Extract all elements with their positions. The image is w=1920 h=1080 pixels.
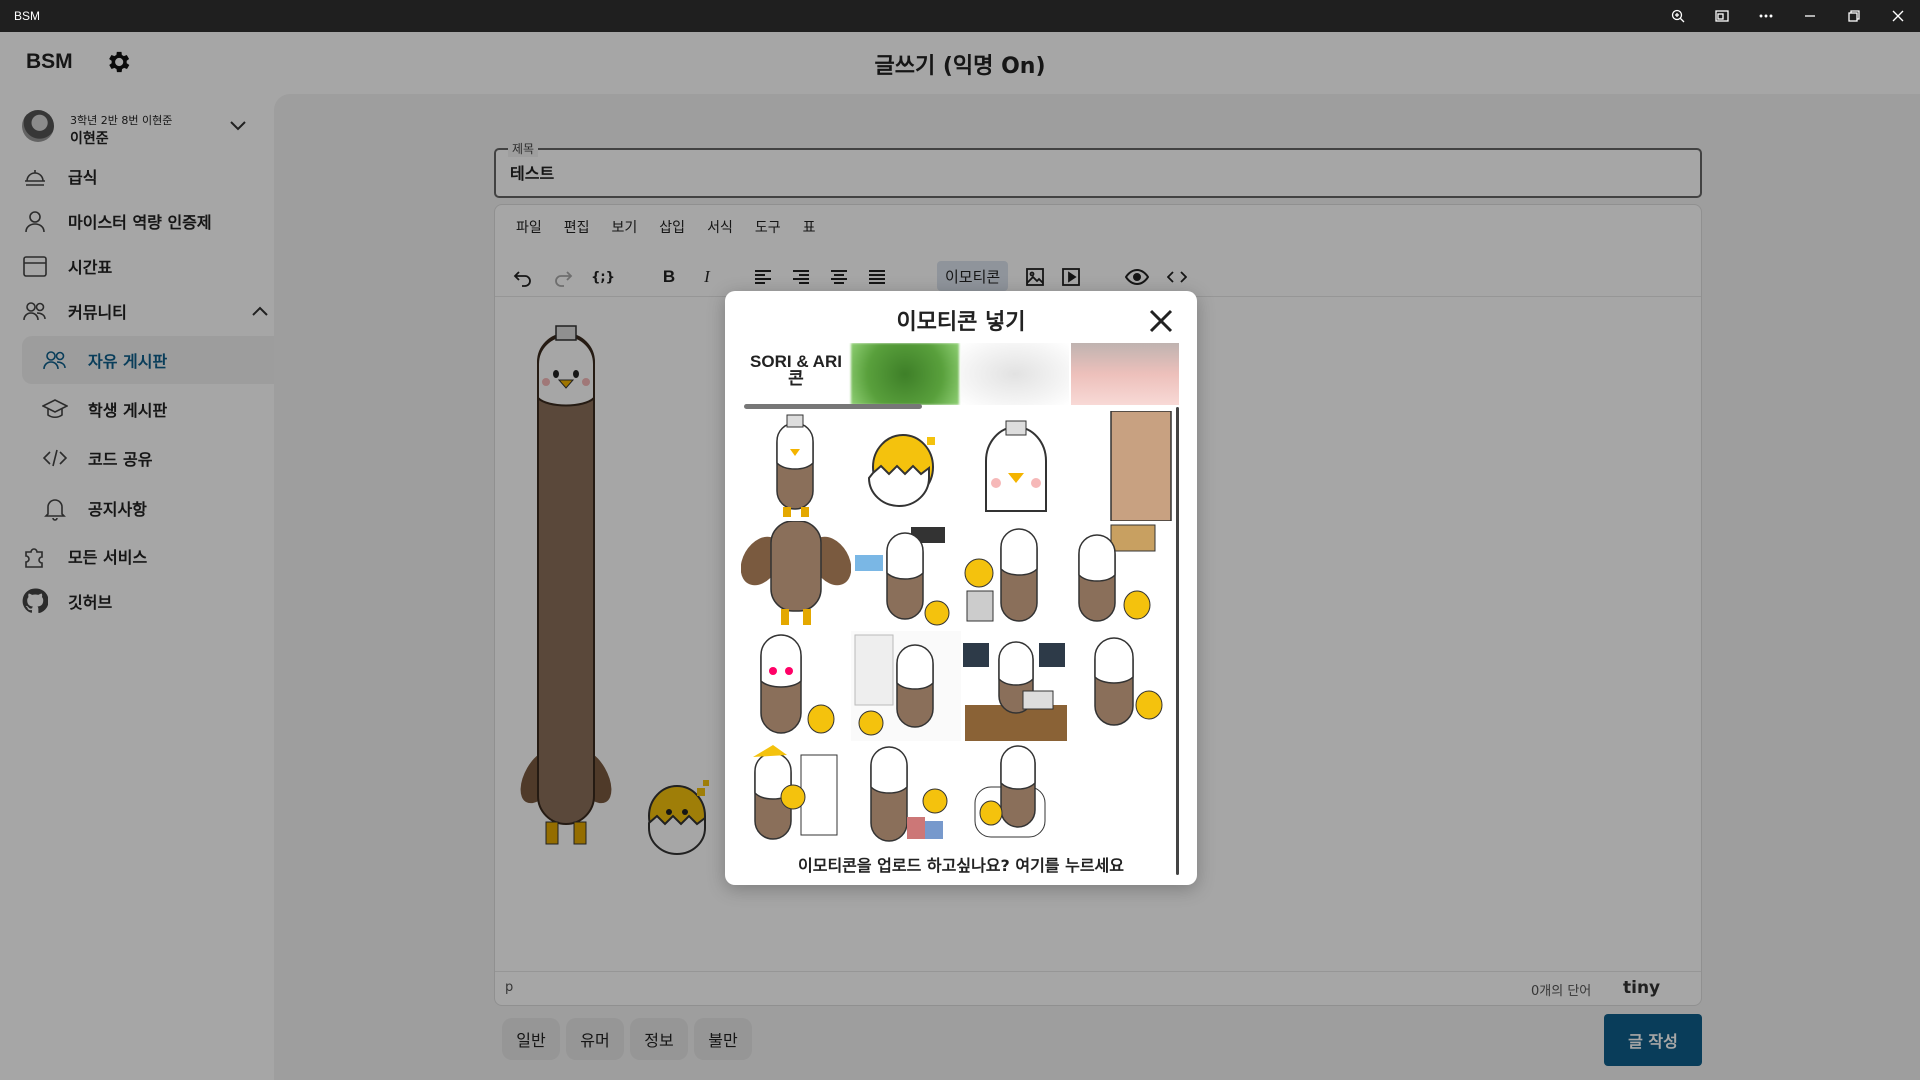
emoticon-pack-tabs: SORI & ARI 콘 (741, 343, 1181, 405)
emoticon-grid (740, 410, 1181, 851)
emoticon-item[interactable] (741, 631, 851, 741)
pack-tab-2[interactable] (851, 343, 959, 405)
title-bar: BSM (0, 0, 1920, 32)
cast-icon[interactable] (1700, 0, 1744, 32)
close-icon[interactable] (1876, 0, 1920, 32)
emoticon-item[interactable] (741, 741, 851, 851)
emoticon-item[interactable] (1071, 410, 1181, 522)
emoticon-item[interactable] (961, 411, 1071, 521)
minimize-icon[interactable] (1788, 0, 1832, 32)
upload-link[interactable]: 이모티콘을 업로드 하고싶나요? 여기를 누르세요 (725, 852, 1197, 876)
emoticon-item[interactable] (851, 631, 961, 741)
close-icon[interactable] (1145, 305, 1177, 341)
tabs-scrollbar[interactable] (744, 404, 922, 409)
emoticon-item[interactable] (741, 411, 851, 521)
more-icon[interactable] (1744, 0, 1788, 32)
emoticon-item[interactable] (740, 520, 852, 631)
emoticon-item[interactable] (961, 521, 1071, 631)
pack-tab-4[interactable] (1071, 343, 1179, 405)
emoticon-item[interactable] (961, 631, 1071, 741)
zoom-icon[interactable] (1656, 0, 1700, 32)
emoticon-modal: 이모티콘 넣기 SORI & ARI 콘 이모티콘을 업로드 하고싶나요? 여기… (725, 291, 1197, 885)
emoticon-item[interactable] (851, 741, 961, 851)
grid-scrollbar[interactable] (1176, 407, 1179, 875)
emoticon-item[interactable] (851, 521, 961, 631)
emoticon-item[interactable] (1071, 631, 1181, 741)
pack-tab-sori-ari[interactable]: SORI & ARI 콘 (741, 343, 849, 405)
modal-title: 이모티콘 넣기 (896, 310, 1026, 335)
emoticon-item[interactable] (1071, 521, 1181, 631)
emoticon-item[interactable] (961, 741, 1071, 851)
pack-tab-3[interactable] (961, 343, 1069, 405)
restore-icon[interactable] (1832, 0, 1876, 32)
window-title: BSM (14, 9, 41, 23)
pack-tab-label: SORI & ARI 콘 (750, 352, 842, 388)
emoticon-item[interactable] (851, 411, 961, 521)
